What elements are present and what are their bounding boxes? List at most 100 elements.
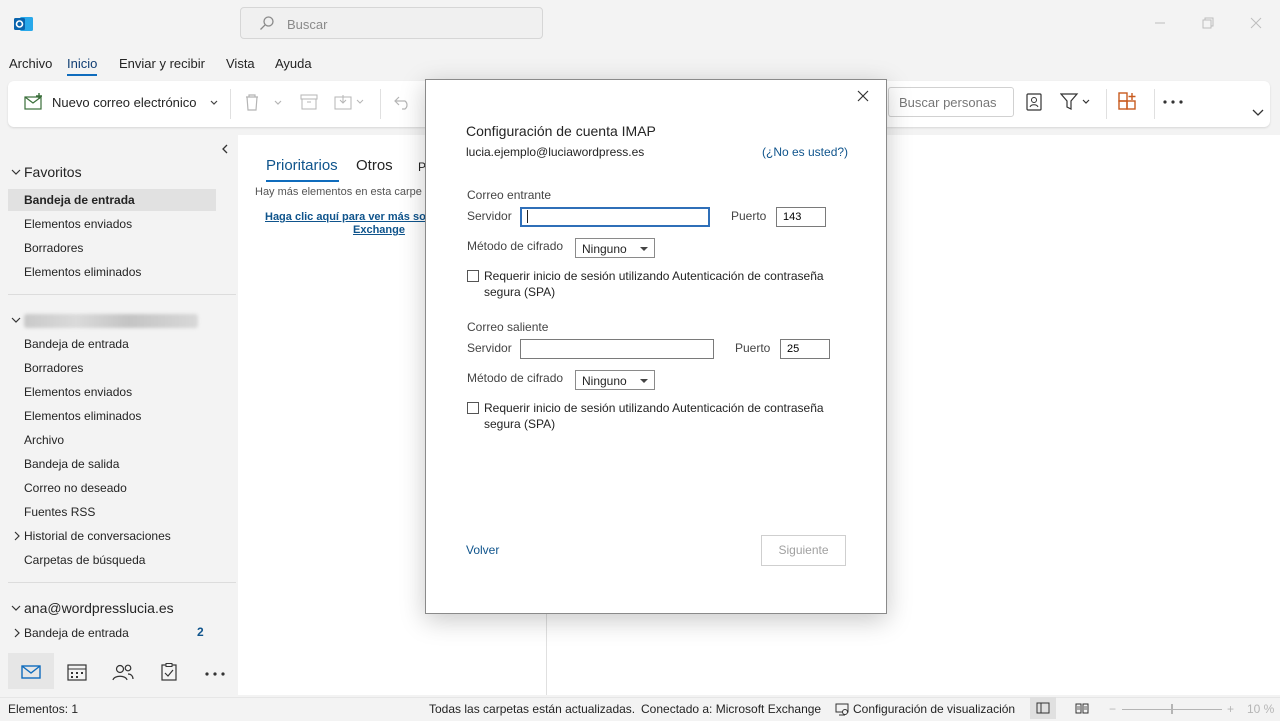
address-book-icon[interactable] <box>1026 93 1042 111</box>
undo-icon[interactable] <box>394 94 412 110</box>
restore-icon[interactable] <box>1202 17 1214 29</box>
folders-updated-status: Todas las carpetas están actualizadas. <box>429 702 636 716</box>
mail-icon[interactable] <box>21 665 41 679</box>
folder-rss[interactable]: Fuentes RSS <box>24 505 95 519</box>
minimize-icon[interactable] <box>1154 17 1166 29</box>
status-bar: Elementos: 1 Todas las carpetas están ac… <box>0 697 1280 721</box>
chevron-down-icon[interactable] <box>210 100 218 106</box>
incoming-spa-label-line2[interactable]: segura (SPA) <box>484 285 555 299</box>
view-more-link-line2[interactable]: Exchange <box>353 224 405 236</box>
dropdown-arrow-icon <box>640 379 648 383</box>
collapse-pane-icon[interactable] <box>221 144 229 154</box>
outgoing-port-input[interactable] <box>780 339 830 359</box>
search-icon <box>259 15 275 31</box>
calendar-icon[interactable] <box>67 663 87 681</box>
not-you-link[interactable]: (¿No es usted?) <box>762 145 848 159</box>
favorite-deleted[interactable]: Elementos eliminados <box>24 265 141 279</box>
dropdown-arrow-icon <box>640 247 648 251</box>
outgoing-encryption-select[interactable]: Ninguno <box>575 370 655 390</box>
folder-archive[interactable]: Archivo <box>24 433 64 447</box>
folder-deleted[interactable]: Elementos eliminados <box>24 409 141 423</box>
favorite-drafts[interactable]: Borradores <box>24 241 83 255</box>
incoming-spa-label[interactable]: Requerir inicio de sesión utilizando Aut… <box>484 269 824 283</box>
folder-junk[interactable]: Correo no deseado <box>24 481 127 495</box>
favorites-header[interactable]: Favoritos <box>24 164 82 180</box>
folder-outbox[interactable]: Bandeja de salida <box>24 457 119 471</box>
outgoing-port-label: Puerto <box>735 341 771 355</box>
tab-other[interactable]: Otros <box>356 157 393 174</box>
account2-header[interactable]: ana@wordpresslucia.es <box>24 600 174 616</box>
apps-add-icon[interactable] <box>1118 92 1138 112</box>
outlook-logo-icon <box>14 15 34 33</box>
folder-drafts[interactable]: Borradores <box>24 361 83 375</box>
close-window-icon[interactable] <box>1250 17 1262 29</box>
folder-conversation-history[interactable]: Historial de conversaciones <box>24 529 171 543</box>
favorite-sent[interactable]: Elementos enviados <box>24 217 132 231</box>
display-settings-button[interactable]: Configuración de visualización <box>853 702 1015 716</box>
incoming-spa-checkbox[interactable] <box>467 270 479 282</box>
ribbon-separator <box>1154 89 1155 119</box>
new-mail-button[interactable]: Nuevo correo electrónico <box>52 95 197 110</box>
incoming-encryption-value: Ninguno <box>582 242 627 256</box>
folder-search-folders[interactable]: Carpetas de búsqueda <box>24 553 145 567</box>
chevron-down-icon[interactable] <box>274 100 282 106</box>
menu-archivo[interactable]: Archivo <box>9 56 52 71</box>
module-nav-bar <box>0 653 238 695</box>
account-email: lucia.ejemplo@luciawordpress.es <box>466 145 645 159</box>
folder-pane: Favoritos Bandeja de entrada Elementos e… <box>0 135 238 655</box>
filter-icon[interactable] <box>1060 93 1092 111</box>
text-cursor <box>527 210 528 223</box>
chevron-down-icon[interactable] <box>11 168 21 176</box>
outgoing-server-input[interactable] <box>520 339 714 359</box>
ribbon-separator <box>230 89 231 119</box>
account2-inbox[interactable]: Bandeja de entrada <box>24 626 129 640</box>
outgoing-spa-label[interactable]: Requerir inicio de sesión utilizando Aut… <box>484 401 824 415</box>
outgoing-mail-header: Correo saliente <box>467 320 549 334</box>
tab-focused[interactable]: Prioritarios <box>266 157 338 174</box>
move-icon[interactable] <box>334 94 364 110</box>
favorite-inbox[interactable]: Bandeja de entrada <box>24 193 135 207</box>
display-settings-icon[interactable] <box>835 703 849 716</box>
zoom-slider-thumb[interactable] <box>1171 704 1173 714</box>
incoming-port-input[interactable] <box>776 207 826 227</box>
menu-vista[interactable]: Vista <box>226 56 255 71</box>
tab-focused-underline <box>266 180 339 182</box>
chevron-down-icon[interactable] <box>11 316 21 324</box>
more-options-icon[interactable] <box>1163 100 1183 104</box>
view-more-link[interactable]: Haga clic aquí para ver más sob <box>265 211 433 223</box>
search-people-placeholder: Buscar personas <box>899 95 997 110</box>
divider <box>8 294 236 295</box>
menu-inicio[interactable]: Inicio <box>67 56 98 76</box>
ribbon-expand-icon[interactable] <box>1252 109 1264 117</box>
outgoing-encryption-label: Método de cifrado <box>467 371 564 385</box>
incoming-encryption-label: Método de cifrado <box>467 239 564 253</box>
menu-enviar-recibir[interactable]: Enviar y recibir <box>119 56 205 71</box>
people-icon[interactable] <box>112 663 134 681</box>
chevron-right-icon[interactable] <box>14 628 20 638</box>
search-people-input[interactable]: Buscar personas <box>888 87 1014 117</box>
zoom-out-icon[interactable]: − <box>1109 702 1116 716</box>
zoom-in-icon[interactable]: + <box>1227 702 1234 716</box>
incoming-encryption-select[interactable]: Ninguno <box>575 238 655 258</box>
more-modules-icon[interactable] <box>205 672 225 676</box>
outgoing-spa-checkbox[interactable] <box>467 402 479 414</box>
normal-view-icon[interactable] <box>1036 702 1050 714</box>
connection-status: Conectado a: Microsoft Exchange <box>641 702 822 716</box>
incoming-server-input[interactable] <box>520 207 710 227</box>
next-button[interactable]: Siguiente <box>761 535 846 566</box>
back-link[interactable]: Volver <box>466 543 499 557</box>
archive-icon[interactable] <box>300 94 318 110</box>
close-icon[interactable] <box>857 90 869 102</box>
tasks-icon[interactable] <box>160 663 178 681</box>
outgoing-spa-label-line2[interactable]: segura (SPA) <box>484 417 555 431</box>
menu-ayuda[interactable]: Ayuda <box>275 56 312 71</box>
folder-inbox[interactable]: Bandeja de entrada <box>24 337 129 351</box>
dialog-title: Configuración de cuenta IMAP <box>466 123 656 139</box>
chevron-down-icon[interactable] <box>11 604 21 612</box>
ribbon-separator <box>1106 89 1107 119</box>
reading-view-icon[interactable] <box>1075 702 1089 714</box>
delete-icon[interactable] <box>244 93 260 111</box>
folder-sent[interactable]: Elementos enviados <box>24 385 132 399</box>
chevron-right-icon[interactable] <box>14 531 20 541</box>
global-search-box[interactable]: Buscar <box>240 7 543 39</box>
